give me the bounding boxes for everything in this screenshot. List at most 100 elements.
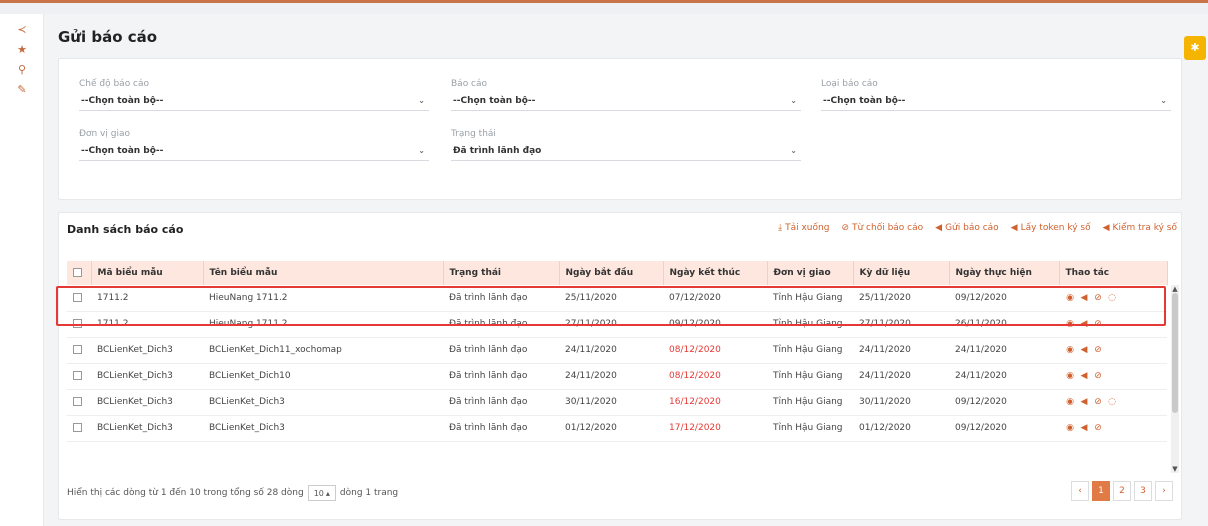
table-row[interactable]: BCLienKet_Dich3 BCLienKet_Dich10 Đã trình … — [67, 363, 1167, 390]
bao-cao-select[interactable]: --Chọn toàn bộ-- ⌄ — [451, 91, 801, 111]
row-checkbox[interactable] — [73, 397, 82, 406]
column-header[interactable]: Mã biểu mẫu — [91, 261, 204, 285]
page-title: Gửi báo cáo — [58, 28, 158, 46]
cell-bat-dau: 30/11/2020 — [559, 389, 663, 416]
page-button[interactable]: 3 — [1134, 481, 1152, 501]
reject-icon[interactable]: ⊘ — [1093, 345, 1103, 355]
view-icon[interactable]: ◉ — [1065, 397, 1075, 407]
row-actions: ◉ ◀ ⊘ — [1059, 337, 1167, 364]
scroll-up-icon[interactable]: ▲ — [1170, 285, 1180, 293]
cell-ky: 30/11/2020 — [853, 389, 949, 416]
cell-trang-thai: Đã trình lãnh đạo — [443, 337, 559, 364]
select-value: --Chọn toàn bộ-- — [81, 96, 164, 106]
cell-ten: BCLienKet_Dich11_xochomap — [203, 337, 443, 364]
page-button[interactable]: 2 — [1113, 481, 1131, 501]
pencil-icon[interactable]: ✎ — [14, 82, 30, 98]
page-size-select[interactable]: 10 ▴ — [307, 485, 336, 501]
toolbar-button-4[interactable]: ◀ Kiểm tra ký số — [1103, 223, 1177, 233]
search-icon[interactable]: ⚲ — [14, 62, 30, 78]
select-all-checkbox[interactable] — [73, 268, 82, 277]
cell-ma: BCLienKet_Dich3 — [91, 363, 203, 390]
cell-thuc-hien: 09/12/2020 — [949, 389, 1059, 416]
trang-thai-select[interactable]: Đã trình lãnh đạo ⌄ — [451, 141, 801, 161]
reject-icon: ⊘ — [841, 223, 849, 233]
cell-bat-dau: 01/12/2020 — [559, 415, 663, 442]
reject-icon[interactable]: ⊘ — [1093, 423, 1103, 433]
column-header[interactable]: Kỳ dữ liệu — [853, 261, 950, 285]
page-button[interactable]: 1 — [1092, 481, 1110, 501]
chevron-down-icon: ⌄ — [418, 146, 425, 155]
left-rail: ≺ ★ ⚲ ✎ — [0, 14, 44, 526]
don-vi-select[interactable]: --Chọn toàn bộ-- ⌄ — [79, 141, 429, 161]
table-row[interactable]: BCLienKet_Dich3 BCLienKet_Dich3 Đã trình l… — [67, 415, 1167, 442]
view-icon[interactable]: ◉ — [1065, 371, 1075, 381]
loai-select[interactable]: --Chọn toàn bộ-- ⌄ — [821, 91, 1171, 111]
toolbar-button-3[interactable]: ◀ Lấy token ký số — [1011, 223, 1091, 233]
table-row[interactable]: BCLienKet_Dich3 BCLienKet_Dich11_xochomap… — [67, 337, 1167, 364]
reject-icon[interactable]: ⊘ — [1093, 371, 1103, 381]
prev-page-button[interactable]: ‹ — [1071, 481, 1089, 501]
next-page-button[interactable]: › — [1155, 481, 1173, 501]
filter-label: Chế độ báo cáo — [79, 79, 150, 89]
toolbar-button-0[interactable]: ⤓ Tải xuống — [778, 223, 829, 233]
comment-icon[interactable]: ◌ — [1107, 397, 1117, 407]
cell-don-vi: Tỉnh Hậu Giang — [767, 337, 853, 364]
cell-ky: 01/12/2020 — [853, 415, 949, 442]
cell-ket-thuc: 08/12/2020 — [663, 337, 767, 364]
select-value: Đã trình lãnh đạo — [453, 146, 542, 156]
table-header-row: Mã biểu mẫu Tên biểu mẫu Trạng thái Ngày bắ… — [67, 261, 1168, 285]
row-checkbox[interactable] — [73, 423, 82, 432]
filter-label: Loại báo cáo — [821, 79, 878, 89]
column-header[interactable]: Trạng thái — [443, 261, 560, 285]
scroll-down-icon[interactable]: ▼ — [1170, 465, 1180, 473]
send-icon[interactable]: ◀ — [1079, 371, 1089, 381]
chevron-down-icon: ▴ — [325, 488, 330, 498]
filter-loai: Loại báo cáo --Chọn toàn bộ-- ⌄ — [821, 77, 1171, 111]
toolbar-button-2[interactable]: ◀ Gửi báo cáo — [935, 223, 999, 233]
cell-ket-thuc: 08/12/2020 — [663, 363, 767, 390]
column-header[interactable]: Tên biểu mẫu — [203, 261, 444, 285]
cell-don-vi: Tỉnh Hậu Giang — [767, 389, 853, 416]
column-header[interactable]: Đơn vị giao — [767, 261, 854, 285]
select-all-cell — [67, 261, 92, 285]
column-header[interactable]: Thao tác — [1059, 261, 1168, 285]
toolbar-label: Kiểm tra ký số — [1112, 223, 1177, 233]
cell-ky: 24/11/2020 — [853, 337, 949, 364]
cell-thuc-hien: 24/11/2020 — [949, 363, 1059, 390]
che-do-select[interactable]: --Chọn toàn bộ-- ⌄ — [79, 91, 429, 111]
pagination-info: Hiển thị các dòng từ 1 đến 10 trong tổng… — [67, 485, 398, 501]
cell-don-vi: Tỉnh Hậu Giang — [767, 363, 853, 390]
pagination: ‹ 1 2 3 › — [1071, 481, 1173, 501]
view-icon[interactable]: ◉ — [1065, 345, 1075, 355]
cell-don-vi: Tỉnh Hậu Giang — [767, 415, 853, 442]
send-icon[interactable]: ◀ — [1079, 423, 1089, 433]
send-icon[interactable]: ◀ — [1079, 345, 1089, 355]
toolbar-button-1[interactable]: ⊘ Từ chối báo cáo — [841, 223, 923, 233]
download-icon: ⤓ — [778, 223, 783, 233]
send-icon[interactable]: ◀ — [1079, 397, 1089, 407]
select-value: --Chọn toàn bộ-- — [81, 146, 164, 156]
cell-trang-thai: Đã trình lãnh đạo — [443, 389, 559, 416]
send-icon: ◀ — [935, 223, 943, 233]
list-title: Danh sách báo cáo — [67, 223, 184, 236]
cell-ket-thuc: 17/12/2020 — [663, 415, 767, 442]
chevron-down-icon: ⌄ — [1160, 96, 1167, 105]
column-header[interactable]: Ngày kết thúc — [663, 261, 768, 285]
settings-fab-button[interactable]: ✱ — [1184, 36, 1206, 60]
chevron-down-icon: ⌄ — [790, 146, 797, 155]
column-header[interactable]: Ngày bắt đầu — [559, 261, 664, 285]
cell-ma: BCLienKet_Dich3 — [91, 337, 203, 364]
table-row[interactable]: BCLienKet_Dich3 BCLienKet_Dich3 Đã trình l… — [67, 389, 1167, 416]
report-list-panel: Danh sách báo cáo ⤓ Tải xuống ⊘ Từ chối báo… — [58, 212, 1182, 520]
star-icon[interactable]: ★ — [14, 42, 30, 58]
reject-icon[interactable]: ⊘ — [1093, 397, 1103, 407]
column-header[interactable]: Ngày thực hiện — [949, 261, 1060, 285]
row-checkbox[interactable] — [73, 371, 82, 380]
cell-ket-thuc: 16/12/2020 — [663, 389, 767, 416]
cell-ten: BCLienKet_Dich3 — [203, 415, 443, 442]
chevron-down-icon: ⌄ — [418, 96, 425, 105]
scrollbar-thumb[interactable] — [1172, 293, 1178, 413]
view-icon[interactable]: ◉ — [1065, 423, 1075, 433]
row-checkbox[interactable] — [73, 345, 82, 354]
share-icon[interactable]: ≺ — [14, 22, 30, 38]
